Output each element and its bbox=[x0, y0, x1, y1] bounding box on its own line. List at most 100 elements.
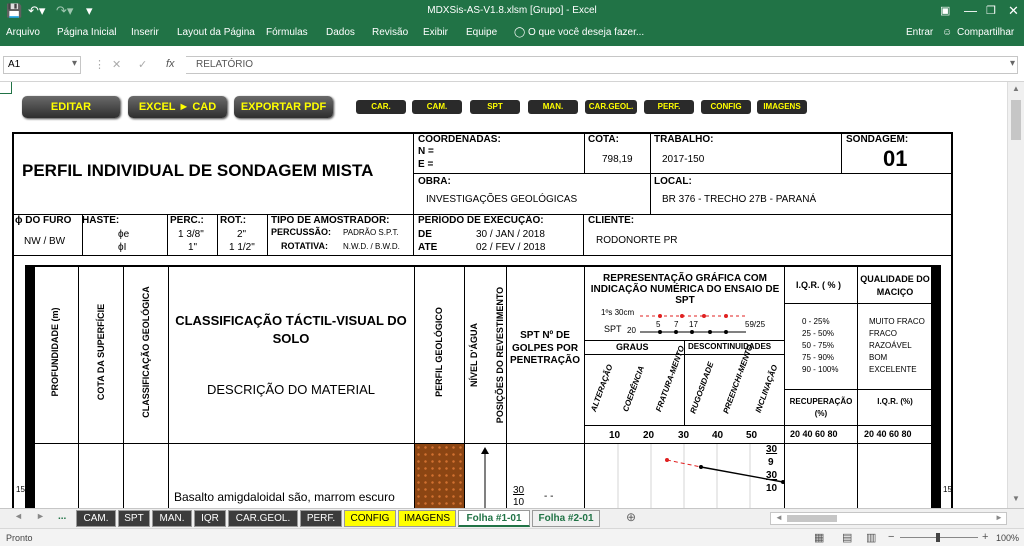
spt-val-2: 9 bbox=[768, 457, 774, 468]
col-class-geo: CLASSIFICAÇÃO GEOLÓGICA bbox=[141, 286, 151, 418]
sheet-tab-iqr[interactable]: IQR bbox=[194, 510, 226, 527]
scroll-up-icon[interactable]: ▲ bbox=[1012, 84, 1020, 93]
trabalho-value: 2017-150 bbox=[662, 154, 705, 165]
scroll-down-icon[interactable]: ▼ bbox=[1012, 494, 1020, 503]
page-break-icon[interactable]: ▥ bbox=[866, 531, 876, 544]
sheet-tab-cam[interactable]: CAM. bbox=[76, 510, 116, 527]
add-sheet-icon[interactable]: ⊕ bbox=[626, 510, 636, 524]
sheet-tab-perf[interactable]: PERF. bbox=[300, 510, 342, 527]
sub-fraturamento: FRATURA-MENTO bbox=[654, 344, 687, 413]
legend-start: 20 bbox=[627, 326, 636, 335]
perc-i: 1" bbox=[188, 242, 198, 253]
spt-val-1: 30 bbox=[766, 444, 778, 455]
descontinuidades-label: DESCONTINUIDADES bbox=[688, 342, 772, 351]
sheet-tab-config[interactable]: CONFIG bbox=[344, 510, 396, 527]
prev-sheet-icon[interactable]: ◄ bbox=[14, 511, 23, 521]
col-descricao: DESCRIÇÃO DO MATERIAL bbox=[206, 382, 376, 397]
amostrador-label: TIPO DE AMOSTRADOR: bbox=[271, 215, 390, 226]
iqr-label: I.Q.R. ( % ) bbox=[796, 280, 841, 290]
col-repr: REPRESENTAÇÃO GRÁFICA COM INDICAÇÃO NUMÉ… bbox=[590, 273, 780, 306]
status-bar: Pronto ▦ ▤ ▥ − + 100% bbox=[0, 528, 1024, 546]
normal-view-icon[interactable]: ▦ bbox=[814, 531, 824, 544]
haste-label: HASTE: bbox=[82, 215, 120, 226]
scroll-left-icon[interactable]: ◄ bbox=[775, 513, 783, 522]
recuperacao-label: RECUPERAÇÃO (%) bbox=[789, 397, 853, 418]
ate-value: 02 / FEV / 2018 bbox=[476, 242, 546, 253]
furo-value: NW / BW bbox=[24, 236, 66, 247]
rotativa-value: N.W.D. / B.W.D. bbox=[343, 242, 400, 251]
trabalho-label: TRABALHO: bbox=[654, 134, 714, 145]
spt-graph-row bbox=[617, 444, 784, 508]
sheet-tab-imagens[interactable]: IMAGENS bbox=[398, 510, 456, 527]
zoom-out-icon[interactable]: − bbox=[888, 531, 894, 543]
sheet-tab-man[interactable]: MAN. bbox=[152, 510, 192, 527]
scale-40: 40 bbox=[712, 430, 724, 441]
zoom-level[interactable]: 100% bbox=[996, 533, 1019, 543]
spt-dash: - - bbox=[544, 491, 554, 502]
local-label: LOCAL: bbox=[654, 176, 692, 187]
scale-30: 30 bbox=[678, 430, 690, 441]
qualidade-label: QUALIDADE DO MACIÇO bbox=[860, 274, 930, 297]
report-sheet: PERFIL INDIVIDUAL DE SONDAGEM MISTA COOR… bbox=[0, 0, 1007, 508]
depth-right: 15 bbox=[943, 485, 952, 494]
spt-val-4: 10 bbox=[766, 483, 778, 494]
sheet-tab-car-geol[interactable]: CAR.GEOL. bbox=[228, 510, 298, 527]
percussao-value: PADRÃO S.P.T. bbox=[343, 228, 399, 237]
furo-label: ϕ DO FURO bbox=[15, 215, 72, 226]
page-layout-icon[interactable]: ▤ bbox=[842, 531, 852, 544]
spt-fraction-bottom: 10 bbox=[513, 497, 525, 508]
report-title: PERFIL INDIVIDUAL DE SONDAGEM MISTA bbox=[22, 161, 374, 180]
close-icon[interactable]: ✕ bbox=[1008, 3, 1019, 19]
zoom-in-icon[interactable]: + bbox=[982, 531, 988, 543]
col-posicoes: POSIÇÕES DO REVESTIMENTO bbox=[495, 286, 505, 424]
vertical-scrollbar[interactable]: ▲ ▼ bbox=[1007, 82, 1024, 508]
col-nivel-agua: NÍVEL D'ÁGUA bbox=[469, 323, 479, 387]
scroll-thumb[interactable] bbox=[1011, 100, 1021, 140]
iqr-range-3: 50 - 75% bbox=[802, 341, 835, 350]
rotativa-label: ROTATIVA: bbox=[281, 241, 328, 251]
coordenadas-label: COORDENADAS: bbox=[418, 134, 501, 145]
sheet-tab-folha-1[interactable]: Folha #1-01 bbox=[458, 510, 530, 527]
percussao-label: PERCUSSÃO: bbox=[271, 227, 332, 237]
de-label: DE bbox=[418, 229, 432, 240]
local-value: BR 376 - TRECHO 27B - PARANÁ bbox=[662, 194, 817, 205]
sub-inclinacao: INCLINAÇÃO bbox=[753, 363, 780, 414]
cota-value: 798,19 bbox=[602, 154, 633, 165]
more-sheets[interactable]: ... bbox=[58, 511, 66, 522]
sondagem-value: 01 bbox=[883, 146, 908, 171]
sub-rugosidade: RUGOSIDADE bbox=[688, 360, 716, 415]
n-label: N = bbox=[418, 146, 434, 157]
depth-left: 15 bbox=[16, 485, 25, 494]
iqr-pct-label: I.Q.R. (%) bbox=[877, 397, 913, 406]
ate-label: ATE bbox=[418, 242, 438, 253]
graus-label: GRAUS bbox=[616, 342, 649, 352]
scroll-right-icon[interactable]: ► bbox=[995, 513, 1003, 522]
legend-end: 59/25 bbox=[745, 320, 766, 329]
status-text: Pronto bbox=[6, 533, 33, 543]
next-sheet-icon[interactable]: ► bbox=[36, 511, 45, 521]
spt-legend-graphic bbox=[640, 314, 746, 334]
cliente-label: CLIENTE: bbox=[588, 215, 635, 226]
spt-fraction-top: 30 bbox=[513, 485, 525, 496]
perfil-geologico-fill bbox=[415, 444, 464, 508]
scale-10: 10 bbox=[609, 430, 621, 441]
iqr-range-2: 25 - 50% bbox=[802, 329, 835, 338]
sheet-tab-folha-2[interactable]: Folha #2-01 bbox=[532, 510, 600, 527]
sheet-tab-spt[interactable]: SPT bbox=[118, 510, 150, 527]
horizontal-scrollbar[interactable]: ◄ ► bbox=[770, 512, 1007, 525]
sondagem-label: SONDAGEM: bbox=[846, 134, 909, 145]
qualidade-4: BOM bbox=[869, 353, 888, 362]
rot-label: ROT.: bbox=[220, 215, 247, 226]
perc-label: PERC.: bbox=[170, 215, 204, 226]
expand-formula-icon[interactable]: ▾ bbox=[1010, 58, 1015, 69]
cota-label: COTA: bbox=[588, 134, 619, 145]
zoom-thumb[interactable] bbox=[936, 533, 940, 542]
hscroll-thumb[interactable] bbox=[787, 515, 837, 522]
col-profundidade: PROFUNDIDADE (m) bbox=[50, 307, 60, 397]
qualidade-5: EXCELENTE bbox=[869, 365, 917, 374]
scale2: 20 40 60 80 bbox=[790, 429, 838, 439]
iqr-range-4: 75 - 90% bbox=[802, 353, 835, 362]
sub-preenchimento: PREENCHI-MENTO bbox=[721, 343, 755, 415]
legend-first: 1ºs 30cm bbox=[601, 308, 635, 317]
e-label: E = bbox=[418, 159, 434, 170]
